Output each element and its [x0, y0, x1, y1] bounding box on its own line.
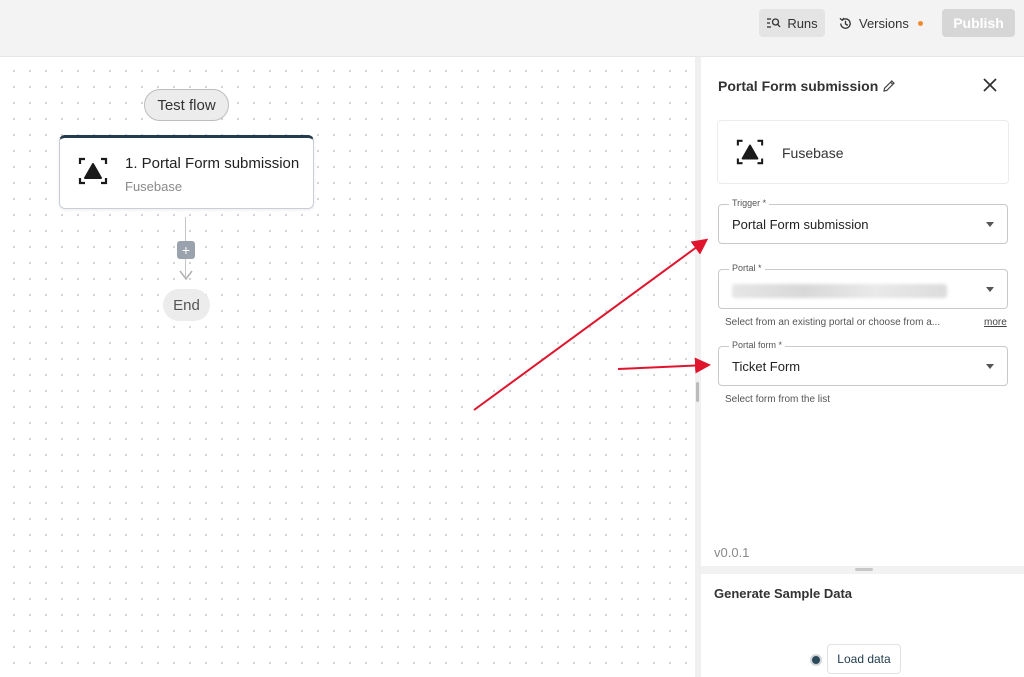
portal-label: Portal * [729, 263, 765, 273]
sample-data-panel: Generate Sample Data Load data [701, 574, 1024, 677]
publish-button[interactable]: Publish [942, 9, 1015, 37]
step-subtitle: Fusebase [125, 179, 183, 194]
step-title: 1. Portal Form submission [125, 155, 300, 172]
fusebase-logo-icon [736, 139, 764, 165]
flow-canvas[interactable]: Test flow 1. Portal Form submission Fuse… [0, 57, 695, 677]
sample-data-title: Generate Sample Data [714, 586, 853, 601]
trigger-value: Portal Form submission [732, 217, 869, 232]
portal-helper-text: Select from an existing portal or choose… [725, 317, 941, 328]
panel-title-text: Portal Form submission [718, 78, 879, 94]
versions-label: Versions [859, 15, 909, 31]
runs-label: Runs [787, 15, 818, 31]
add-step-button[interactable]: + [177, 241, 195, 259]
panel-resize-handle[interactable] [696, 382, 699, 402]
unsaved-indicator-dot [917, 20, 923, 26]
portal-form-select[interactable]: Portal form * Ticket Form [718, 340, 1008, 386]
versions-button[interactable]: Versions [838, 9, 923, 37]
runs-button[interactable]: Runs [759, 9, 825, 37]
piece-version: v0.0.1 [714, 545, 750, 560]
status-dot [810, 654, 822, 666]
trigger-label: Trigger * [729, 198, 770, 208]
runs-search-icon [767, 18, 781, 28]
step-settings-panel: Portal Form submission Fusebase Trigger … [701, 57, 1024, 566]
arrow-down-icon [179, 270, 193, 281]
pencil-icon[interactable] [882, 79, 896, 93]
fusebase-logo-icon [78, 157, 108, 185]
portal-value-redacted [732, 284, 947, 298]
load-data-button[interactable]: Load data [827, 644, 901, 674]
caret-down-icon [986, 287, 994, 292]
trigger-step-card[interactable]: 1. Portal Form submission Fusebase [59, 135, 314, 209]
portal-form-helper-text: Select form from the list [725, 394, 831, 405]
close-icon[interactable] [980, 75, 1000, 95]
top-bar: Runs Versions Publish [0, 0, 1024, 57]
portal-select[interactable]: Portal * [718, 263, 1008, 309]
trigger-select[interactable]: Trigger * Portal Form submission [718, 198, 1008, 244]
more-link[interactable]: more [984, 317, 1007, 328]
caret-down-icon [986, 222, 994, 227]
caret-down-icon [986, 364, 994, 369]
piece-card: Fusebase [717, 120, 1009, 184]
sample-panel-resize-handle[interactable] [855, 568, 873, 571]
portal-form-label: Portal form * [729, 340, 786, 350]
panel-title[interactable]: Portal Form submission [718, 78, 896, 94]
end-node: End [163, 289, 210, 321]
history-icon [839, 17, 851, 29]
portal-form-value: Ticket Form [732, 359, 801, 374]
piece-name: Fusebase [782, 145, 844, 161]
test-flow-button[interactable]: Test flow [144, 89, 229, 121]
